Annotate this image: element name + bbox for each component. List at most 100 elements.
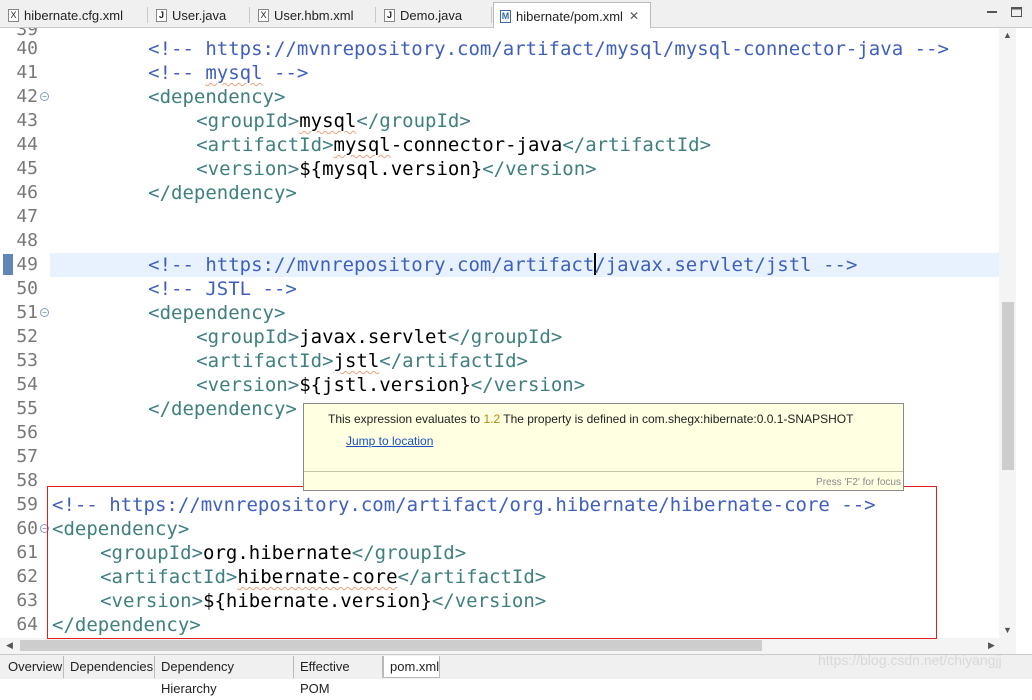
close-tab-icon[interactable]: ✕ (629, 9, 639, 23)
tab-user-hbm-xml[interactable]: X User.hbm.xml (250, 2, 376, 28)
xml-tag: </dependency> (148, 398, 297, 420)
horizontal-scroll-thumb[interactable] (20, 640, 762, 651)
xml-text: mysql (333, 134, 391, 156)
line-number: 64 (16, 614, 38, 635)
code-line[interactable]: <!-- https://mvnrepository.com/artifact/… (148, 253, 857, 277)
tab-dependencies[interactable]: Dependencies (64, 656, 155, 678)
xml-tag: </artifactId> (562, 134, 712, 156)
tab-overview[interactable]: Overview (2, 656, 64, 678)
java-file-icon: J (384, 8, 395, 22)
code-line[interactable]: <!-- https://mvnrepository.com/artifact/… (148, 37, 949, 61)
line-number: 59 (16, 494, 38, 515)
scroll-left-icon[interactable]: ◀ (6, 640, 13, 651)
line-number: 60 (16, 518, 38, 539)
xml-text: javax.servlet (299, 326, 448, 348)
tooltip-prefix: This expression evaluates to (328, 412, 481, 426)
code-line[interactable]: <groupId>javax.servlet</groupId> (196, 325, 562, 349)
tooltip-suffix: The property is defined in com.shegx:hib… (503, 412, 854, 426)
line-number: 54 (16, 374, 38, 395)
xml-text: ${mysql.version} (299, 158, 483, 180)
maven-pom-icon: M (500, 9, 511, 23)
xml-comment: <!-- https://mvnrepository.com/artifact/… (148, 38, 949, 60)
xml-tag: </dependency> (148, 182, 297, 204)
xml-file-icon: X (8, 8, 19, 22)
xml-tag: <groupId> (196, 110, 300, 132)
code-line[interactable]: <version>${jstl.version}</version> (196, 373, 585, 397)
line-number: 47 (16, 206, 38, 227)
line-number: 41 (16, 62, 38, 83)
line-number: 63 (16, 590, 38, 611)
line-number: 51 (16, 302, 38, 323)
code-line[interactable]: </dependency> (148, 181, 297, 205)
xml-text: jstl (333, 350, 380, 372)
line-number: 58 (16, 470, 38, 491)
tab-effective-pom[interactable]: Effective POM (294, 656, 383, 696)
scroll-down-icon[interactable]: ▼ (1003, 625, 1012, 635)
line-number: 44 (16, 134, 38, 155)
line-number: 48 (16, 230, 38, 251)
xml-comment: --> (262, 62, 309, 84)
code-line[interactable]: <artifactId>mysql-connector-java</artifa… (196, 133, 711, 157)
scroll-right-icon[interactable]: ▶ (988, 640, 995, 651)
hover-tooltip: This expression evaluates to 1.2 The pro… (303, 403, 904, 491)
line-number: 46 (16, 182, 38, 203)
line-number: 57 (16, 446, 38, 467)
minimize-icon[interactable] (984, 5, 1000, 19)
tab-user-java[interactable]: J User.java (148, 2, 250, 28)
xml-tag: </groupId> (447, 326, 563, 348)
watermark: https://blog.csdn.net/chiyangjj (818, 652, 1002, 668)
scroll-up-icon[interactable]: ▲ (1003, 30, 1012, 40)
line-number: 49 (16, 254, 38, 275)
line-number: 61 (16, 542, 38, 563)
tab-label: Demo.java (400, 7, 463, 23)
xml-text: ${jstl.version} (299, 374, 471, 396)
xml-tag: </artifactId> (379, 350, 528, 372)
tab-demo-java[interactable]: J Demo.java (376, 2, 492, 28)
tab-hibernate-cfg-xml[interactable]: X hibernate.cfg.xml (2, 2, 148, 28)
tab-label: User.java (172, 7, 227, 23)
line-number: 55 (16, 398, 38, 419)
code-line[interactable]: <dependency> (148, 301, 285, 325)
xml-comment: /javax.servlet/jstl --> (594, 254, 858, 276)
xml-text: mysql (299, 110, 357, 132)
code-line[interactable]: </dependency> (148, 397, 297, 421)
code-line[interactable]: <artifactId>jstl</artifactId> (196, 349, 528, 373)
xml-tag: </version> (482, 158, 597, 180)
xml-tag: <version> (196, 158, 300, 180)
xml-tag: <version> (196, 374, 300, 396)
xml-comment: <!-- https://mvnrepository.com/artifact (148, 254, 595, 276)
fold-toggle-icon[interactable]: − (40, 308, 49, 317)
code-line[interactable]: <!-- JSTL --> (148, 277, 297, 301)
line-number: 42 (16, 86, 38, 107)
code-line[interactable]: <version>${mysql.version}</version> (196, 157, 596, 181)
tab-label: hibernate/pom.xml (516, 8, 623, 24)
tooltip-value: 1.2 (483, 412, 501, 426)
xml-comment: <!-- (148, 62, 206, 84)
tab-pom-xml[interactable]: M hibernate/pom.xml ✕ (493, 2, 651, 29)
tab-label: hibernate.cfg.xml (24, 7, 123, 23)
xml-tag: </version> (470, 374, 586, 396)
line-number: 50 (16, 278, 38, 299)
maximize-icon[interactable] (1009, 5, 1025, 19)
code-line[interactable]: <dependency> (148, 85, 285, 109)
tab-label: User.hbm.xml (274, 7, 354, 23)
editor-tab-bar: X hibernate.cfg.xml J User.java X User.h… (0, 0, 1032, 29)
tooltip-divider (304, 471, 903, 472)
code-line[interactable]: <groupId>mysql</groupId> (196, 109, 471, 133)
line-number: 56 (16, 422, 38, 443)
xml-file-icon: X (258, 8, 269, 22)
xml-tag: <groupId> (196, 326, 300, 348)
line-number: 62 (16, 566, 38, 587)
line-number: 53 (16, 350, 38, 371)
tab-pom-xml-source[interactable]: pom.xml (383, 656, 440, 678)
xml-tag: <artifactId> (196, 350, 334, 372)
line-number: 43 (16, 110, 38, 131)
line-number: 52 (16, 326, 38, 347)
vertical-scroll-thumb[interactable] (1002, 302, 1014, 470)
jump-to-location-link[interactable]: Jump to location (346, 434, 433, 448)
code-line[interactable]: <!-- mysql --> (148, 61, 308, 85)
tab-dependency-hierarchy[interactable]: Dependency Hierarchy (155, 656, 294, 696)
xml-tag: <dependency> (148, 86, 286, 108)
line-number: 45 (16, 158, 38, 179)
fold-toggle-icon[interactable]: − (40, 92, 49, 101)
